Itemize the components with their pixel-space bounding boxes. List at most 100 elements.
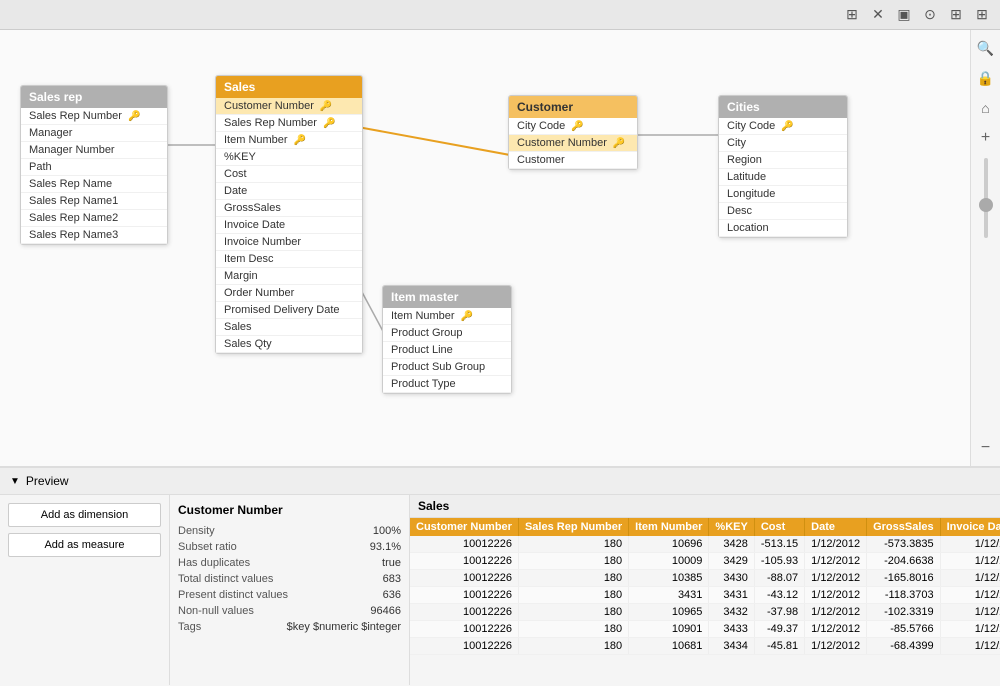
stat-subset-ratio: Subset ratio 93.1% (178, 539, 401, 555)
field-desc[interactable]: Desc (719, 203, 847, 220)
sales-header: Sales (216, 76, 362, 98)
customer-header: Customer (509, 96, 637, 118)
zoom-slider-container (984, 158, 988, 428)
table-row: 10012226180106813434-45.811/12/2012-68.4… (410, 638, 1000, 655)
layout-icon[interactable]: ⊞ (946, 5, 966, 25)
stat-has-duplicates: Has duplicates true (178, 555, 401, 571)
field-sales-rep-name1[interactable]: Sales Rep Name1 (21, 193, 167, 210)
field-cost[interactable]: Cost (216, 166, 362, 183)
selected-field-title: Customer Number (178, 503, 401, 517)
square-icon[interactable]: ▣ (894, 5, 914, 25)
field-latitude[interactable]: Latitude (719, 169, 847, 186)
field-sales-rep-number-s[interactable]: Sales Rep Number 🔑 (216, 115, 362, 132)
lock-icon[interactable]: 🔒 (976, 68, 996, 88)
field-manager-number[interactable]: Manager Number (21, 142, 167, 159)
field-city-code-ci[interactable]: City Code 🔑 (719, 118, 847, 135)
stat-tags: Tags $key $numeric $integer (178, 619, 401, 635)
field-promised-delivery[interactable]: Promised Delivery Date (216, 302, 362, 319)
field-longitude[interactable]: Longitude (719, 186, 847, 203)
field-city[interactable]: City (719, 135, 847, 152)
field-location[interactable]: Location (719, 220, 847, 237)
preview-content: Add as dimension Add as measure Customer… (0, 495, 1000, 685)
preview-header[interactable]: ▼ Preview (0, 468, 1000, 495)
canvas[interactable]: Sales rep Sales Rep Number 🔑 Manager Man… (0, 30, 970, 466)
field-product-sub-group[interactable]: Product Sub Group (383, 359, 511, 376)
preview-data-table: Customer Number Sales Rep Number Item Nu… (410, 518, 1000, 655)
field-customer-number[interactable]: Customer Number 🔑 (216, 98, 362, 115)
add-dimension-button[interactable]: Add as dimension (8, 503, 161, 527)
right-sidebar: 🔍 🔒 ⌂ + − (970, 30, 1000, 466)
customer-table: Customer City Code 🔑 Customer Number 🔑 C… (508, 95, 638, 170)
search-icon[interactable]: 🔍 (976, 38, 996, 58)
sales-table-title: Sales (410, 495, 1000, 518)
table-row: 10012226180103853430-88.071/12/2012-165.… (410, 570, 1000, 587)
field-product-group[interactable]: Product Group (383, 325, 511, 342)
circle-icon[interactable]: ⊙ (920, 5, 940, 25)
field-invoice-number[interactable]: Invoice Number (216, 234, 362, 251)
home-icon[interactable]: ⌂ (976, 98, 996, 118)
add-measure-button[interactable]: Add as measure (8, 533, 161, 557)
field-sales-rep-name3[interactable]: Sales Rep Name3 (21, 227, 167, 244)
table-row: 1001222618034313431-43.121/12/2012-118.3… (410, 587, 1000, 604)
stat-density: Density 100% (178, 523, 401, 539)
main-canvas-area: Sales rep Sales Rep Number 🔑 Manager Man… (0, 30, 1000, 466)
preview-section: ▼ Preview Add as dimension Add as measur… (0, 466, 1000, 686)
field-product-line[interactable]: Product Line (383, 342, 511, 359)
preview-chevron: ▼ (10, 476, 20, 487)
zoom-thumb[interactable] (979, 198, 993, 212)
col-sales-rep-number[interactable]: Sales Rep Number (518, 518, 628, 536)
field-pct-key[interactable]: %KEY (216, 149, 362, 166)
field-sales-rep-name2[interactable]: Sales Rep Name2 (21, 210, 167, 227)
table-row: 10012226180100093429-105.931/12/2012-204… (410, 553, 1000, 570)
grid-icon[interactable]: ⊞ (842, 5, 862, 25)
field-margin[interactable]: Margin (216, 268, 362, 285)
field-manager[interactable]: Manager (21, 125, 167, 142)
table-row: 10012226180109653432-37.981/12/2012-102.… (410, 604, 1000, 621)
field-sales-qty[interactable]: Sales Qty (216, 336, 362, 353)
field-invoice-date[interactable]: Invoice Date (216, 217, 362, 234)
col-invoice-date[interactable]: Invoice Date (940, 518, 1000, 536)
preview-left-panel: Add as dimension Add as measure (0, 495, 170, 685)
col-gross-sales[interactable]: GrossSales (867, 518, 941, 536)
stat-non-null: Non-null values 96466 (178, 603, 401, 619)
zoom-out-icon[interactable]: − (976, 438, 996, 458)
field-customer-number-c[interactable]: Customer Number 🔑 (509, 135, 637, 152)
field-city-code-c[interactable]: City Code 🔑 (509, 118, 637, 135)
field-product-type[interactable]: Product Type (383, 376, 511, 393)
field-item-number-im[interactable]: Item Number 🔑 (383, 308, 511, 325)
field-item-desc[interactable]: Item Desc (216, 251, 362, 268)
preview-title: Preview (26, 474, 69, 488)
col-item-number[interactable]: Item Number (629, 518, 709, 536)
table-row: 10012226180109013433-49.371/12/2012-85.5… (410, 621, 1000, 638)
zoom-in-icon[interactable]: + (976, 128, 996, 148)
top-toolbar: ⊞ ✕ ▣ ⊙ ⊞ ⊞ (0, 0, 1000, 30)
field-region[interactable]: Region (719, 152, 847, 169)
preview-stats-panel: Customer Number Density 100% Subset rati… (170, 495, 410, 685)
col-pct-key[interactable]: %KEY (709, 518, 754, 536)
field-sales-rep-number[interactable]: Sales Rep Number 🔑 (21, 108, 167, 125)
stat-present-distinct: Present distinct values 636 (178, 587, 401, 603)
cities-table: Cities City Code 🔑 City Region Latitude … (718, 95, 848, 238)
cross-icon[interactable]: ✕ (868, 5, 888, 25)
cities-header: Cities (719, 96, 847, 118)
field-date[interactable]: Date (216, 183, 362, 200)
stat-total-distinct: Total distinct values 683 (178, 571, 401, 587)
col-date[interactable]: Date (805, 518, 867, 536)
field-gross-sales[interactable]: GrossSales (216, 200, 362, 217)
sales-table: Sales Customer Number 🔑 Sales Rep Number… (215, 75, 363, 354)
field-order-number[interactable]: Order Number (216, 285, 362, 302)
col-cost[interactable]: Cost (754, 518, 804, 536)
zoom-track (984, 158, 988, 238)
grid2-icon[interactable]: ⊞ (972, 5, 992, 25)
table-scroll[interactable]: Customer Number Sales Rep Number Item Nu… (410, 518, 1000, 682)
item-master-header: Item master (383, 286, 511, 308)
table-row: 10012226180106963428-513.151/12/2012-573… (410, 536, 1000, 553)
field-sales[interactable]: Sales (216, 319, 362, 336)
field-item-number-s[interactable]: Item Number 🔑 (216, 132, 362, 149)
col-customer-number[interactable]: Customer Number (410, 518, 518, 536)
item-master-table: Item master Item Number 🔑 Product Group … (382, 285, 512, 394)
field-customer[interactable]: Customer (509, 152, 637, 169)
field-sales-rep-name[interactable]: Sales Rep Name (21, 176, 167, 193)
sales-rep-header: Sales rep (21, 86, 167, 108)
field-path[interactable]: Path (21, 159, 167, 176)
